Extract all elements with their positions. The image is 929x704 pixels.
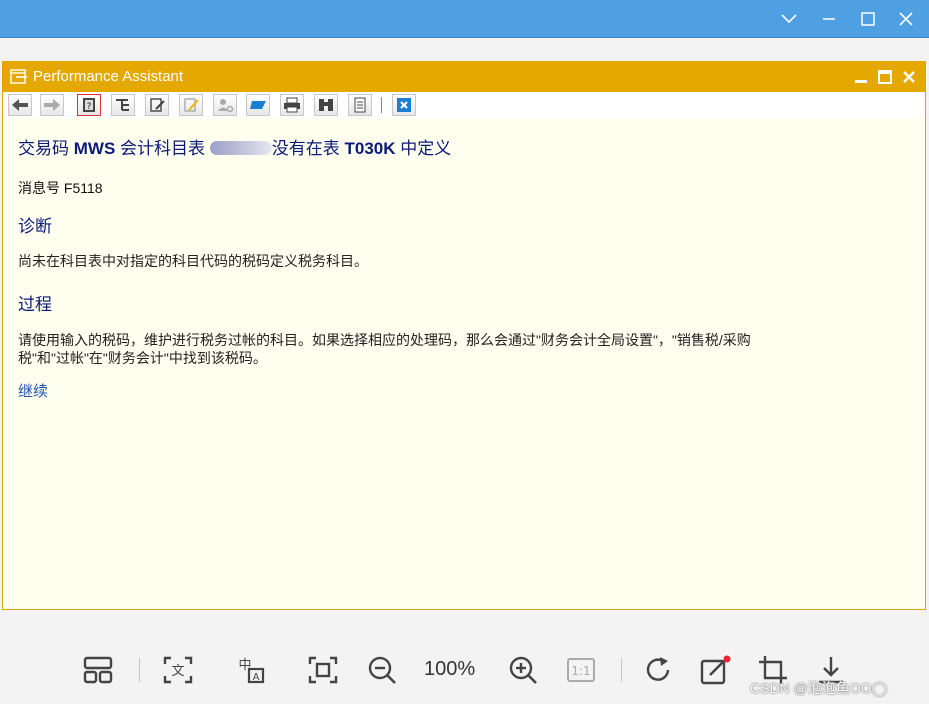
zoom-out-icon[interactable] [362, 650, 402, 690]
toolbar-separator [381, 97, 382, 113]
chevron-down-icon[interactable] [774, 6, 804, 32]
svg-text:A: A [253, 672, 260, 683]
assistant-maximize-icon[interactable] [877, 69, 893, 85]
close-x-icon[interactable] [392, 94, 416, 116]
performance-assistant-window: Performance Assistant ? 交易码 MWS 会计科目表 没有… [2, 61, 926, 610]
message-title: 交易码 MWS 会计科目表 没有在表 T030K 中定义 [18, 134, 451, 159]
arrow-right-icon[interactable] [40, 94, 64, 116]
zoom-in-icon[interactable] [503, 650, 543, 690]
flag-icon[interactable] [246, 94, 270, 116]
procedure-heading: 过程 [18, 295, 52, 314]
assistant-close-icon[interactable] [901, 69, 917, 85]
assistant-title: Performance Assistant [33, 68, 184, 85]
csdn-watermark: CSDN @泡泡鱼OO◯ [750, 680, 888, 696]
document-icon[interactable] [348, 94, 372, 116]
ocr-text-icon[interactable]: 文 [158, 650, 198, 690]
translate-icon[interactable]: 中A [231, 650, 271, 690]
table-name: T030K [344, 139, 396, 158]
title-prefix: 交易码 [18, 139, 69, 158]
assistant-titlebar: Performance Assistant [3, 62, 925, 92]
message-number-label: 消息号 [18, 180, 60, 196]
edit-icon[interactable] [145, 94, 169, 116]
viewer-bottom-toolbar: 文 中A 100% 1:1 CSDN @泡泡鱼OO◯ [0, 640, 929, 704]
print-icon[interactable] [280, 94, 304, 116]
actual-size-label: 1:1 [571, 664, 590, 678]
layout-grid-icon[interactable] [78, 650, 118, 690]
viewer-titlebar [0, 0, 929, 38]
highlight-icon[interactable] [179, 94, 203, 116]
assistant-toolbar: ? [3, 92, 925, 118]
svg-text:文: 文 [171, 664, 184, 679]
title-suffix: 没有在表 [271, 139, 340, 158]
user-settings-icon[interactable] [213, 94, 237, 116]
message-number-row: 消息号 F5118 [18, 178, 103, 198]
annotate-edit-icon[interactable] [696, 650, 736, 690]
procedure-text-line1: 请使用输入的税码，维护进行税务过帐的科目。如果选择相应的处理码，那么会通过"财务… [18, 332, 751, 348]
bottom-separator [621, 658, 622, 682]
assistant-minimize-icon[interactable] [853, 69, 869, 85]
find-icon[interactable] [314, 94, 338, 116]
fit-screen-icon[interactable] [303, 650, 343, 690]
assistant-window-icon [10, 69, 28, 89]
procedure-text-line2: 税"和"过帐"在"财务会计"中找到该税码。 [18, 350, 267, 366]
transaction-code: MWS [73, 139, 116, 158]
minimize-icon[interactable] [814, 6, 844, 32]
maximize-icon[interactable] [853, 6, 883, 32]
close-icon[interactable] [891, 6, 921, 32]
message-content: 交易码 MWS 会计科目表 没有在表 T030K 中定义 消息号 F5118 诊… [3, 118, 925, 609]
help-book-icon[interactable]: ? [77, 94, 101, 116]
diagnosis-heading: 诊断 [18, 217, 52, 236]
tech-info-icon[interactable] [111, 94, 135, 116]
redacted-chart-of-accounts [209, 141, 272, 155]
zoom-level: 100% [424, 658, 476, 680]
continue-link[interactable]: 继续 [18, 380, 48, 401]
message-number: F5118 [63, 180, 103, 196]
title-mid: 会计科目表 [120, 139, 206, 158]
arrow-left-icon[interactable] [8, 94, 32, 116]
diagnosis-text: 尚未在科目表中对指定的科目代码的税码定义税务科目。 [18, 253, 368, 269]
svg-text:?: ? [87, 102, 92, 112]
actual-size-button[interactable]: 1:1 [561, 650, 601, 690]
title-end: 中定义 [400, 139, 452, 158]
rotate-icon[interactable] [638, 650, 678, 690]
bottom-separator [139, 658, 140, 682]
